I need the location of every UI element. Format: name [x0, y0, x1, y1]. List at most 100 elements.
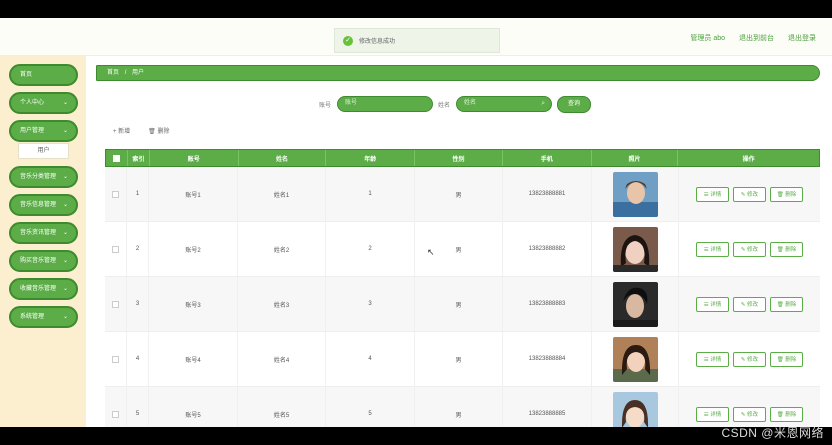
- row-checkbox[interactable]: [112, 190, 119, 198]
- user-photo: [612, 336, 658, 382]
- check-circle-icon: ✓: [343, 35, 353, 46]
- cell-phone: 13823888882: [503, 222, 592, 276]
- table-row: 3 账号3 姓名3 3 男 13823888883 ☰ 详情 ✎ 修改 🗑 删除: [105, 277, 820, 332]
- edit-button[interactable]: ✎ 修改: [733, 406, 766, 422]
- success-toast: ✓ 修改信息成功: [334, 28, 500, 53]
- cell-name: 姓名2: [238, 222, 326, 276]
- cell-gender: 男: [415, 332, 503, 386]
- detail-button[interactable]: ☰ 详情: [696, 241, 729, 257]
- table-body: 1 账号1 姓名1 1 男 13823888881 ☰ 详情 ✎ 修改 🗑 删除: [105, 167, 820, 427]
- sidebar-item-personal-center[interactable]: 个人中心 ⌄: [9, 92, 78, 114]
- chevron-down-icon: ⌄: [62, 128, 68, 134]
- cell-gender: 男: [415, 387, 503, 427]
- account-placeholder: 账号: [345, 100, 358, 106]
- header-index: 索引: [128, 150, 150, 166]
- delete-button[interactable]: 🗑 删除: [148, 126, 169, 135]
- cell-index: 1: [127, 167, 149, 221]
- cell-account: 账号5: [149, 387, 238, 427]
- cell-photo: [592, 167, 679, 221]
- header-select-all[interactable]: [106, 150, 128, 166]
- chevron-down-icon: ⌄: [62, 100, 68, 106]
- table-row: 5 账号5 姓名5 5 男 13823888885 ☰ 详情 ✎ 修改 🗑 删除: [105, 387, 820, 427]
- cell-phone: 13823888884: [503, 332, 592, 386]
- cell-name: 姓名5: [238, 387, 326, 427]
- delete-row-button[interactable]: 🗑 删除: [770, 351, 803, 367]
- cell-phone: 13823888883: [503, 277, 592, 331]
- row-checkbox[interactable]: [112, 410, 119, 418]
- cell-actions: ☰ 详情 ✎ 修改 🗑 删除: [679, 277, 820, 331]
- sidebar-item-music-info[interactable]: 音乐信息管理 ⌄: [9, 194, 78, 216]
- detail-button[interactable]: ☰ 详情: [696, 406, 729, 422]
- cell-name: 姓名1: [238, 167, 326, 221]
- watermark: CSDN @米恩网络: [721, 426, 824, 440]
- logout-link[interactable]: 退出登录: [788, 33, 816, 43]
- row-checkbox[interactable]: [112, 300, 119, 308]
- cell-phone: 13823888881: [503, 167, 592, 221]
- search-icon: ⌕: [541, 100, 546, 107]
- edit-button[interactable]: ✎ 修改: [733, 296, 766, 312]
- cell-index: 3: [127, 277, 149, 331]
- edit-button[interactable]: ✎ 修改: [733, 186, 766, 202]
- query-group: 查询: [557, 95, 591, 113]
- cell-gender: 男: [415, 277, 503, 331]
- header-age: 年龄: [326, 150, 416, 166]
- cell-index: 4: [127, 332, 149, 386]
- sidebar-item-purchase-music[interactable]: 购买音乐管理 ⌄: [9, 250, 78, 272]
- sidebar-item-label: 用户管理: [20, 128, 45, 134]
- edit-button[interactable]: ✎ 修改: [733, 351, 766, 367]
- add-button[interactable]: + 新增: [113, 126, 130, 135]
- user-photo: [612, 226, 658, 272]
- sidebar-item-system-management[interactable]: 系统管理 ⌄: [9, 306, 78, 328]
- delete-row-button[interactable]: 🗑 删除: [770, 296, 803, 312]
- chevron-down-icon: ⌄: [62, 258, 68, 264]
- sidebar-item-label: 音乐信息管理: [20, 202, 57, 208]
- cell-age: 1: [326, 167, 415, 221]
- sidebar-item-label: 首页: [20, 72, 33, 78]
- table-row: 2 账号2 姓名2 2 男 13823888882 ☰ 详情 ✎ 修改 🗑 删除: [105, 222, 820, 277]
- cell-name: 姓名4: [238, 332, 326, 386]
- query-button[interactable]: 查询: [557, 95, 591, 113]
- sidebar-item-home[interactable]: 首页: [9, 64, 78, 86]
- name-placeholder: 姓名: [464, 100, 477, 106]
- sidebar-item-user-management[interactable]: 用户管理 ⌄: [9, 120, 78, 142]
- delete-row-button[interactable]: 🗑 删除: [770, 186, 803, 202]
- back-to-front-link[interactable]: 退出到前台: [739, 33, 774, 43]
- cell-account: 账号2: [149, 222, 238, 276]
- sidebar-item-favorite-music[interactable]: 收藏音乐管理 ⌄: [9, 278, 78, 300]
- cell-age: 3: [326, 277, 415, 331]
- cell-index: 5: [127, 387, 149, 427]
- app-window: ✓ 修改信息成功 管理员 abo 退出到前台 退出登录 首页 个人中心 ⌄ 用户管…: [0, 18, 832, 427]
- breadcrumb-home[interactable]: 首页: [107, 70, 119, 76]
- cell-photo: [592, 332, 679, 386]
- cell-phone: 13823888885: [503, 387, 592, 427]
- main-content: 首页 / 用户 账号 账号 姓名 姓名 ⌕ 查询 + 新增 🗑 删除 索引 账号…: [86, 56, 832, 427]
- detail-button[interactable]: ☰ 详情: [696, 186, 729, 202]
- table-toolbar: + 新增 🗑 删除: [113, 126, 169, 135]
- delete-row-button[interactable]: 🗑 删除: [770, 241, 803, 257]
- sidebar-subitem-user[interactable]: 用户: [18, 143, 69, 159]
- header-account: 账号: [150, 150, 239, 166]
- edit-button[interactable]: ✎ 修改: [733, 241, 766, 257]
- chevron-down-icon: ⌄: [62, 286, 68, 292]
- detail-button[interactable]: ☰ 详情: [696, 351, 729, 367]
- detail-button[interactable]: ☰ 详情: [696, 296, 729, 312]
- row-checkbox[interactable]: [112, 355, 119, 363]
- sidebar-item-music-category[interactable]: 音乐分类管理 ⌄: [9, 166, 78, 188]
- sidebar-item-label: 音乐分类管理: [20, 174, 57, 180]
- breadcrumb-separator: /: [124, 70, 127, 76]
- cell-name: 姓名3: [238, 277, 326, 331]
- delete-row-button[interactable]: 🗑 删除: [770, 406, 803, 422]
- row-checkbox[interactable]: [112, 245, 119, 253]
- sidebar: 首页 个人中心 ⌄ 用户管理 ⌄ 用户 音乐分类管理 ⌄ 音乐信息管理 ⌄ 音乐资讯管理…: [0, 56, 86, 427]
- account-search-group: 账号 账号: [319, 96, 434, 112]
- header-photo: 照片: [592, 150, 679, 166]
- cell-age: 4: [326, 332, 415, 386]
- user-photo: [612, 391, 658, 427]
- name-label: 姓名: [438, 102, 451, 109]
- account-search-input[interactable]: 账号: [337, 96, 434, 112]
- name-search-input[interactable]: 姓名 ⌕: [456, 96, 553, 112]
- select-all-checkbox[interactable]: [112, 154, 120, 162]
- sidebar-item-music-news[interactable]: 音乐资讯管理 ⌄: [9, 222, 78, 244]
- sidebar-item-label: 收藏音乐管理: [20, 286, 57, 292]
- header-name: 姓名: [239, 150, 327, 166]
